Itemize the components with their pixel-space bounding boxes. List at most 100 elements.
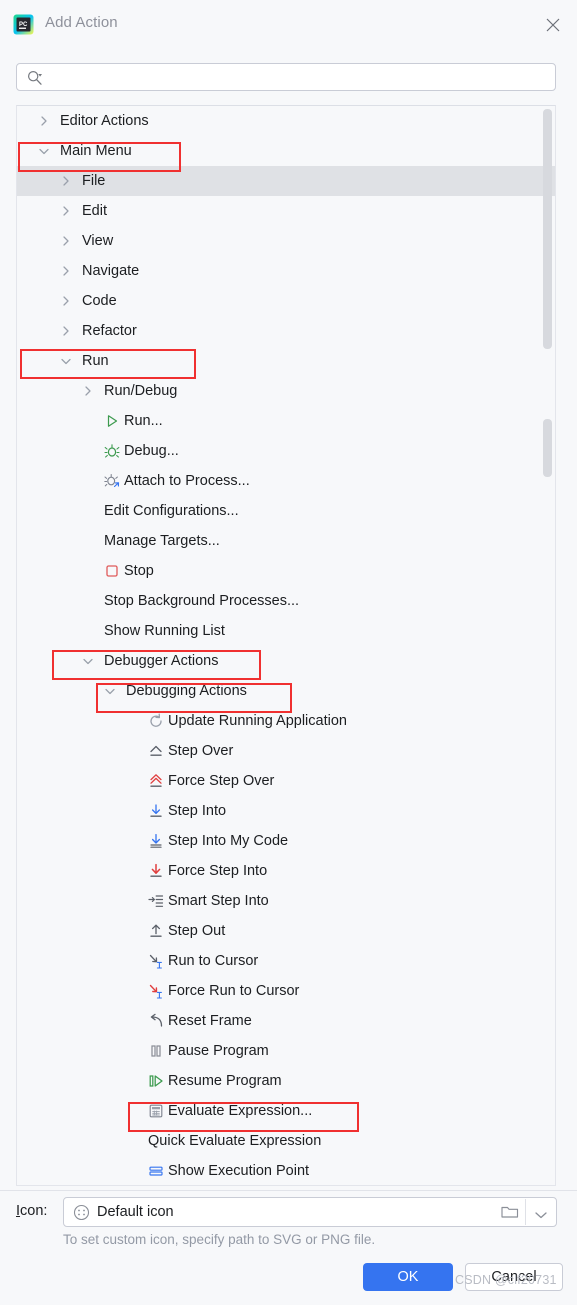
step-into-my-code-icon xyxy=(148,833,164,849)
tree-row-label: Step Into xyxy=(168,803,227,819)
chevron-down-icon[interactable] xyxy=(533,1207,549,1219)
tree-row-label: Editor Actions xyxy=(60,113,149,129)
tree-row[interactable]: Debugger Actions xyxy=(17,646,555,676)
chevron-right-icon[interactable] xyxy=(59,294,73,308)
tree-row-label: Step Out xyxy=(168,923,226,939)
dialog-title: Add Action xyxy=(45,14,118,31)
chevron-right-icon[interactable] xyxy=(37,114,51,128)
chevron-right-icon[interactable] xyxy=(59,174,73,188)
tree-row[interactable]: Attach to Process... xyxy=(17,466,555,496)
default-icon-glyph xyxy=(73,1204,90,1221)
pycharm-logo-icon: PC xyxy=(13,14,34,35)
tree-row-label: Stop Background Processes... xyxy=(104,593,300,609)
tree-row[interactable]: Refactor xyxy=(17,316,555,346)
tree-row-label: View xyxy=(82,233,114,249)
tree-row[interactable]: Step Out xyxy=(17,916,555,946)
tree-row-label: Show Running List xyxy=(104,623,225,639)
icon-combobox-value: Default icon xyxy=(97,1204,174,1220)
run-to-cursor-icon xyxy=(148,953,164,969)
chevron-down-icon[interactable] xyxy=(81,654,95,668)
bottom-divider xyxy=(0,1190,577,1191)
tree-row[interactable]: Show Execution Point xyxy=(17,1156,555,1185)
folder-icon[interactable] xyxy=(500,1203,520,1221)
tree-row[interactable]: Navigate xyxy=(17,256,555,286)
search-field[interactable] xyxy=(16,63,556,91)
tree-scrollbar-thumb-primary[interactable] xyxy=(543,109,552,349)
tree-row[interactable]: Reset Frame xyxy=(17,1006,555,1036)
evaluate-expression-icon xyxy=(148,1103,164,1119)
tree-row-label: Debugger Actions xyxy=(104,653,219,669)
tree-row[interactable]: Stop Background Processes... xyxy=(17,586,555,616)
chevron-down-icon[interactable] xyxy=(59,354,73,368)
add-action-dialog: PC Add Action Editor Actions Main Menu Fil… xyxy=(0,0,577,1305)
tree-row[interactable]: Resume Program xyxy=(17,1066,555,1096)
ok-button[interactable]: OK xyxy=(363,1263,453,1291)
tree-scrollbar-thumb-secondary[interactable] xyxy=(543,419,552,477)
tree-row-label: Manage Targets... xyxy=(104,533,220,549)
force-step-into-icon xyxy=(148,863,164,879)
tree-row[interactable]: Step Into My Code xyxy=(17,826,555,856)
tree-row[interactable]: Stop xyxy=(17,556,555,586)
tree-row-label: Reset Frame xyxy=(168,1013,252,1029)
tree-row-label: Update Running Application xyxy=(168,713,347,729)
tree-row[interactable]: Debug... xyxy=(17,436,555,466)
tree-row-label: Show Execution Point xyxy=(168,1163,310,1179)
tree-scrollbar[interactable] xyxy=(543,106,554,1185)
tree-row[interactable]: Force Run to Cursor xyxy=(17,976,555,1006)
tree-row-label: Pause Program xyxy=(168,1043,269,1059)
actions-tree-panel[interactable]: Editor Actions Main Menu File Edit View Navig… xyxy=(16,105,556,1186)
tree-row[interactable]: Pause Program xyxy=(17,1036,555,1066)
tree-row-label: Edit xyxy=(82,203,107,219)
tree-row[interactable]: Evaluate Expression... xyxy=(17,1096,555,1126)
tree-row[interactable]: Run... xyxy=(17,406,555,436)
step-over-icon xyxy=(148,743,164,759)
step-out-icon xyxy=(148,923,164,939)
chevron-right-icon[interactable] xyxy=(59,324,73,338)
svg-text:PC: PC xyxy=(19,22,28,28)
tree-row[interactable]: Quick Evaluate Expression xyxy=(17,1126,555,1156)
tree-row[interactable]: Code xyxy=(17,286,555,316)
tree-row[interactable]: Force Step Into xyxy=(17,856,555,886)
search-icon[interactable] xyxy=(26,69,44,87)
tree-row-label: File xyxy=(82,173,106,189)
chevron-down-icon[interactable] xyxy=(37,144,51,158)
tree-row-label: Refactor xyxy=(82,323,137,339)
search-input[interactable] xyxy=(49,64,549,90)
tree-row[interactable]: Smart Step Into xyxy=(17,886,555,916)
tree-row[interactable]: Debugging Actions xyxy=(17,676,555,706)
pause-icon xyxy=(148,1043,164,1059)
chevron-right-icon[interactable] xyxy=(59,264,73,278)
tree-row[interactable]: View xyxy=(17,226,555,256)
icon-field-hint: To set custom icon, specify path to SVG … xyxy=(63,1232,376,1247)
tree-row[interactable]: Main Menu xyxy=(17,136,555,166)
chevron-right-icon[interactable] xyxy=(59,234,73,248)
tree-row[interactable]: Step Over xyxy=(17,736,555,766)
dialog-titlebar: PC Add Action xyxy=(0,0,577,48)
tree-row[interactable]: Manage Targets... xyxy=(17,526,555,556)
tree-row-label: Debug... xyxy=(124,443,179,459)
tree-row[interactable]: Show Running List xyxy=(17,616,555,646)
chevron-right-icon[interactable] xyxy=(59,204,73,218)
tree-row[interactable]: Run to Cursor xyxy=(17,946,555,976)
tree-row-label: Run... xyxy=(124,413,163,429)
tree-row[interactable]: File xyxy=(17,166,555,196)
close-icon[interactable] xyxy=(541,13,565,37)
icon-combobox[interactable]: Default icon xyxy=(63,1197,557,1227)
tree-row[interactable]: Update Running Application xyxy=(17,706,555,736)
tree-row-label: Debugging Actions xyxy=(126,683,247,699)
tree-row[interactable]: Editor Actions xyxy=(17,106,555,136)
tree-row[interactable]: Step Into xyxy=(17,796,555,826)
tree-row-label: Run/Debug xyxy=(104,383,178,399)
tree-row[interactable]: Run/Debug xyxy=(17,376,555,406)
tree-row[interactable]: Edit Configurations... xyxy=(17,496,555,526)
chevron-right-icon[interactable] xyxy=(81,384,95,398)
tree-row[interactable]: Run xyxy=(17,346,555,376)
chevron-down-icon[interactable] xyxy=(103,684,117,698)
combobox-separator xyxy=(525,1199,526,1225)
tree-row-label: Quick Evaluate Expression xyxy=(148,1133,322,1149)
tree-row[interactable]: Force Step Over xyxy=(17,766,555,796)
tree-row-label: Run to Cursor xyxy=(168,953,259,969)
tree-row-label: Attach to Process... xyxy=(124,473,250,489)
tree-row-label: Resume Program xyxy=(168,1073,282,1089)
tree-row[interactable]: Edit xyxy=(17,196,555,226)
